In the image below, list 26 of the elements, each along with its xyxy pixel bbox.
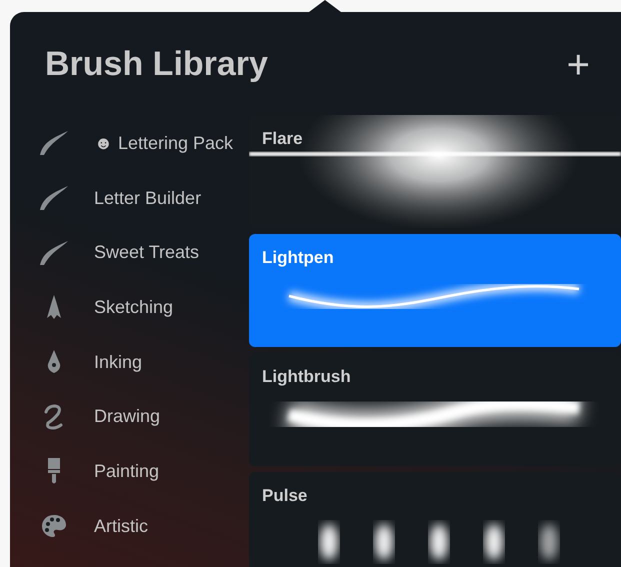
brush-name: Lightpen (262, 247, 334, 269)
category-item[interactable]: Artistic (94, 512, 148, 540)
pen-nib-icon (46, 349, 62, 376)
category-item[interactable]: Letter Builder (94, 184, 202, 212)
brush-stroke-icon (39, 185, 69, 212)
brush-card[interactable]: Lightbrush (249, 353, 621, 466)
category-item[interactable]: Sketching (94, 294, 174, 321)
brush-stroke-icon (39, 240, 69, 266)
pencil-icon (46, 294, 62, 320)
category-item[interactable]: Inking (94, 348, 142, 376)
paintbrush-icon (46, 457, 62, 486)
category-item[interactable]: Sweet Treats (94, 239, 200, 266)
brush-card[interactable]: Lightpen (249, 234, 621, 347)
brush-name: Pulse (262, 485, 308, 507)
brush-stroke-icon (39, 130, 69, 156)
category-item[interactable]: Drawing (94, 403, 160, 430)
squiggle-icon (43, 404, 65, 430)
category-item[interactable]: ☻ Lettering Pack (94, 130, 234, 157)
brush-name: Flare (262, 128, 303, 150)
palette-icon (41, 514, 67, 538)
brush-name: Lightbrush (262, 366, 351, 388)
brush-card[interactable]: Flare (249, 115, 621, 228)
add-button[interactable]: + (566, 44, 590, 84)
panel-title: Brush Library (45, 44, 268, 85)
brush-card[interactable]: Pulse (249, 472, 621, 567)
category-item[interactable]: Painting (94, 458, 160, 485)
